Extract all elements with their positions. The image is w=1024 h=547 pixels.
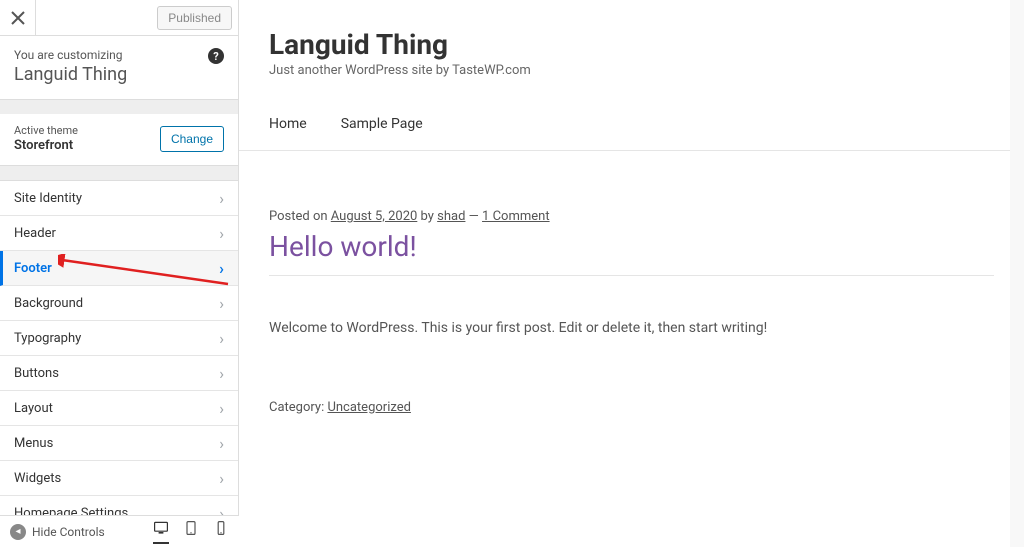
category-label: Category: bbox=[269, 400, 327, 415]
post-title[interactable]: Hello world! bbox=[269, 230, 994, 263]
menu-item-label: Header bbox=[14, 226, 56, 241]
site-preview: Languid Thing Just another WordPress sit… bbox=[239, 0, 1024, 547]
menu-item-label: Layout bbox=[14, 401, 53, 416]
customizing-label: You are customizing bbox=[14, 48, 224, 62]
active-theme-panel: Active theme Storefront Change bbox=[0, 114, 238, 166]
chevron-right-icon: › bbox=[219, 329, 224, 348]
change-theme-button[interactable]: Change bbox=[160, 126, 224, 152]
nav-link-home[interactable]: Home bbox=[269, 116, 307, 132]
customizer-footer-bar: ◂ Hide Controls bbox=[0, 515, 239, 547]
menu-item-background[interactable]: Background › bbox=[0, 286, 238, 321]
publish-status-button[interactable]: Published bbox=[157, 6, 232, 30]
chevron-right-icon: › bbox=[219, 434, 224, 453]
chevron-right-icon: › bbox=[219, 469, 224, 488]
customizer-sidebar: Published You are customizing Languid Th… bbox=[0, 0, 239, 547]
device-preview-toggle bbox=[153, 520, 229, 544]
menu-item-typography[interactable]: Typography › bbox=[0, 321, 238, 356]
tablet-preview-button[interactable] bbox=[183, 520, 199, 544]
primary-nav: Home Sample Page bbox=[239, 88, 1024, 150]
divider bbox=[269, 275, 994, 276]
menu-item-site-identity[interactable]: Site Identity › bbox=[0, 181, 238, 216]
menu-item-buttons[interactable]: Buttons › bbox=[0, 356, 238, 391]
menu-item-label: Typography bbox=[14, 331, 81, 346]
post-meta-label: Posted on bbox=[269, 209, 331, 224]
menu-item-label: Site Identity bbox=[14, 191, 82, 206]
menu-item-label: Background bbox=[14, 296, 83, 311]
site-tagline: Just another WordPress site by TasteWP.c… bbox=[269, 63, 994, 78]
mobile-preview-button[interactable] bbox=[213, 520, 229, 544]
arrow-left-icon: ◂ bbox=[10, 524, 26, 540]
menu-item-label: Buttons bbox=[14, 366, 59, 381]
category-link[interactable]: Uncategorized bbox=[327, 400, 410, 415]
active-theme-label: Active theme bbox=[14, 124, 78, 137]
active-theme-name: Storefront bbox=[14, 138, 78, 153]
post-meta-by: by bbox=[417, 209, 437, 224]
customizing-site-title: Languid Thing bbox=[14, 64, 224, 85]
menu-item-label: Footer bbox=[14, 261, 52, 276]
post-comments-link[interactable]: 1 Comment bbox=[482, 209, 550, 224]
customizer-menu: Site Identity › Header › Footer › Backgroun… bbox=[0, 180, 238, 531]
chevron-right-icon: › bbox=[219, 224, 224, 243]
post: Posted on August 5, 2020 by shad — 1 Com… bbox=[239, 151, 1024, 415]
menu-item-menus[interactable]: Menus › bbox=[0, 426, 238, 461]
chevron-right-icon: › bbox=[219, 294, 224, 313]
top-bar: Published bbox=[0, 0, 238, 36]
menu-item-header[interactable]: Header › bbox=[0, 216, 238, 251]
post-author-link[interactable]: shad bbox=[437, 209, 465, 224]
menu-item-layout[interactable]: Layout › bbox=[0, 391, 238, 426]
scrollbar[interactable] bbox=[1010, 0, 1024, 547]
close-customizer-button[interactable] bbox=[0, 0, 36, 36]
hide-controls-label: Hide Controls bbox=[32, 525, 105, 539]
help-icon[interactable]: ? bbox=[208, 48, 224, 64]
chevron-right-icon: › bbox=[219, 364, 224, 383]
post-category: Category: Uncategorized bbox=[269, 400, 994, 415]
site-header: Languid Thing Just another WordPress sit… bbox=[239, 0, 1024, 88]
spacer bbox=[0, 100, 238, 114]
menu-item-label: Menus bbox=[14, 436, 53, 451]
chevron-right-icon: › bbox=[219, 399, 224, 418]
chevron-right-icon: › bbox=[219, 189, 224, 208]
hide-controls-button[interactable]: ◂ Hide Controls bbox=[10, 524, 105, 540]
desktop-preview-button[interactable] bbox=[153, 520, 169, 544]
customizing-panel: You are customizing Languid Thing ? bbox=[0, 36, 238, 100]
menu-item-label: Widgets bbox=[14, 471, 61, 486]
nav-link-sample-page[interactable]: Sample Page bbox=[341, 116, 423, 132]
post-meta-dash: — bbox=[465, 209, 482, 224]
post-content: Welcome to WordPress. This is your first… bbox=[269, 320, 994, 336]
menu-item-widgets[interactable]: Widgets › bbox=[0, 461, 238, 496]
post-meta: Posted on August 5, 2020 by shad — 1 Com… bbox=[269, 209, 994, 224]
spacer bbox=[0, 166, 238, 180]
chevron-right-icon: › bbox=[219, 259, 224, 278]
site-title[interactable]: Languid Thing bbox=[269, 28, 994, 61]
post-date-link[interactable]: August 5, 2020 bbox=[331, 209, 418, 224]
menu-item-footer[interactable]: Footer › bbox=[0, 251, 238, 286]
